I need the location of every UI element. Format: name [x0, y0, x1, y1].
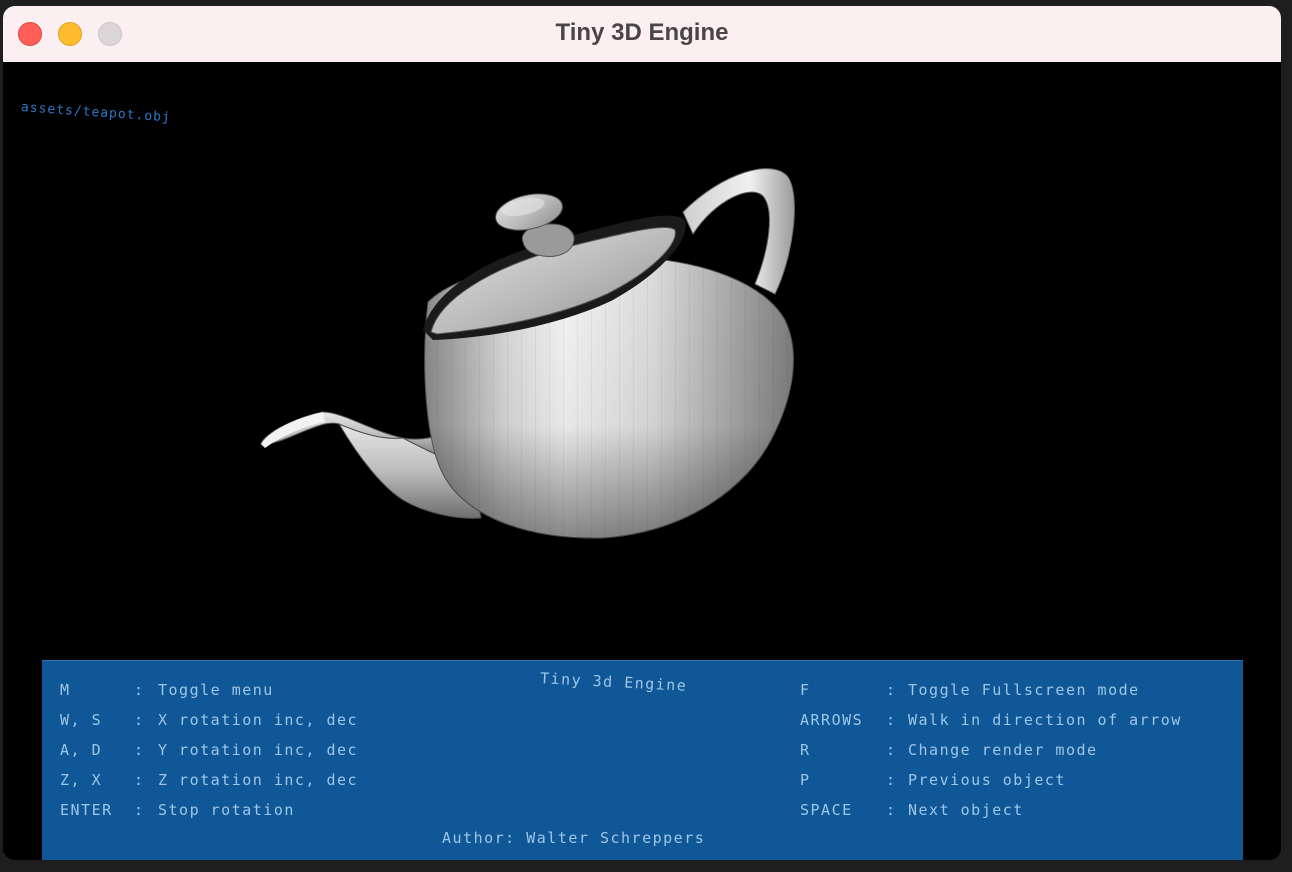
left-separator-4: :	[134, 801, 145, 819]
left-desc-1: X rotation inc, dec	[158, 711, 359, 729]
right-key-0: F	[800, 681, 811, 699]
help-menu-panel: Tiny 3d Engine M: Toggle menu W, S: X rotat…	[42, 660, 1243, 860]
left-separator-0: :	[134, 681, 145, 699]
left-separator-3: :	[134, 771, 145, 789]
right-desc-4: Next object	[908, 801, 1024, 819]
left-separator-1: :	[134, 711, 145, 729]
menu-title: Tiny 3d Engine	[539, 669, 688, 695]
left-key-4: ENTER	[60, 801, 113, 819]
right-separator-3: :	[886, 771, 897, 789]
right-key-2: R	[800, 741, 811, 759]
left-key-0: M	[60, 681, 71, 699]
left-key-1: W, S	[60, 711, 103, 729]
right-separator-0: :	[886, 681, 897, 699]
left-desc-3: Z rotation inc, dec	[158, 771, 359, 789]
right-separator-2: :	[886, 741, 897, 759]
left-desc-0: Toggle menu	[158, 681, 274, 699]
right-desc-2: Change render mode	[908, 741, 1098, 759]
right-key-4: SPACE	[800, 801, 853, 819]
right-key-1: ARROWS	[800, 711, 864, 729]
right-key-3: P	[800, 771, 811, 789]
right-separator-4: :	[886, 801, 897, 819]
left-desc-2: Y rotation inc, dec	[158, 741, 359, 759]
right-desc-0: Toggle Fullscreen mode	[908, 681, 1140, 699]
render-canvas[interactable]: assets/teapot.obj Tiny 3d Engine M: Tog…	[3, 62, 1281, 860]
right-separator-1: :	[886, 711, 897, 729]
left-key-3: Z, X	[60, 771, 103, 789]
right-desc-1: Walk in direction of arrow	[908, 711, 1182, 729]
right-desc-3: Previous object	[908, 771, 1066, 789]
app-window: Tiny 3D Engine assets/teapot.obj Tiny 3d…	[3, 6, 1281, 860]
title-bar[interactable]: Tiny 3D Engine	[3, 6, 1281, 62]
left-key-2: A, D	[60, 741, 103, 759]
window-title: Tiny 3D Engine	[555, 19, 729, 46]
author-credit: Author: Walter Schreppers	[442, 829, 706, 847]
left-separator-2: :	[134, 741, 145, 759]
left-desc-4: Stop rotation	[158, 801, 295, 819]
